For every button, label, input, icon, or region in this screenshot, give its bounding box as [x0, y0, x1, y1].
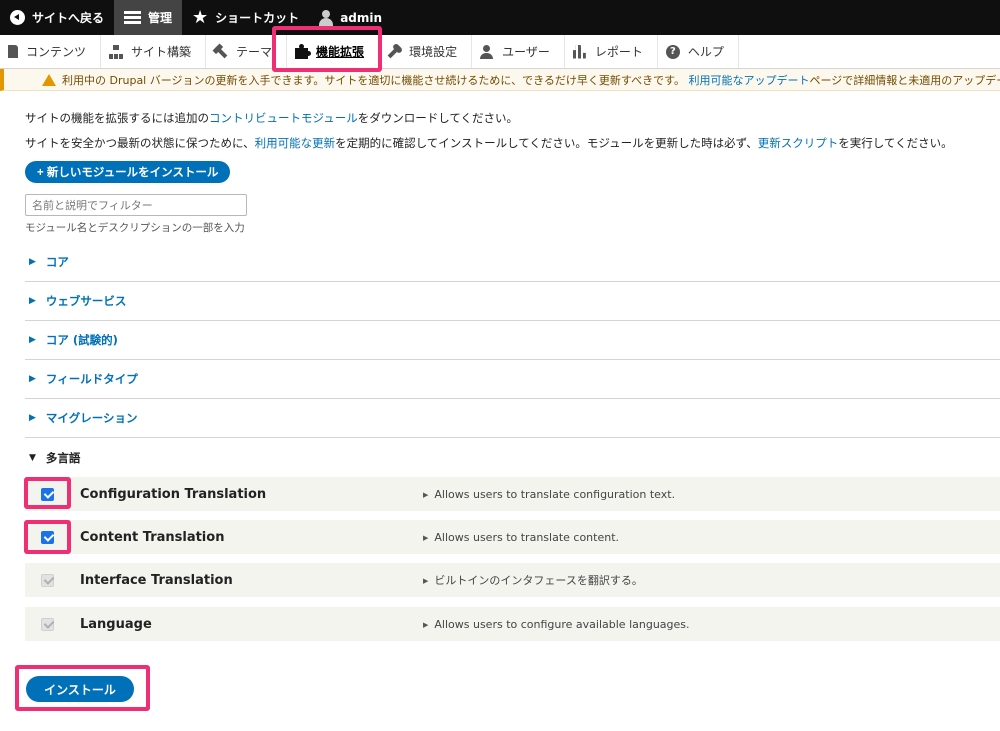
group-multilingual[interactable]: ▼ 多言語: [25, 438, 1000, 477]
manage-tab[interactable]: 管理: [114, 0, 183, 35]
document-icon: [8, 45, 18, 58]
tray-label-config: 環境設定: [409, 45, 458, 59]
help-line-contrib: サイトの機能を拡張するには追加のコントリビュートモジュールをダウンロードしてくだ…: [25, 110, 518, 126]
warning-message: 利用中の Drupal バージョンの更新を入手できます。サイトを適切に機能させ続…: [0, 69, 1000, 91]
back-to-site-label: サイトへ戻る: [32, 11, 105, 25]
help-text: サイトの機能を拡張するには追加の: [25, 111, 209, 125]
available-updates-link[interactable]: 利用可能なアップデート: [689, 74, 810, 87]
back-to-site-link[interactable]: サイトへ戻る: [0, 0, 114, 35]
help-text: を実行してください。: [838, 136, 953, 150]
caret-right-icon: ▶: [29, 374, 36, 384]
help-text: をダウンロードしてください。: [357, 111, 519, 125]
wrench-icon: [384, 42, 404, 62]
help-text: を定期的に確認してインストールしてください。モジュールを更新した時は必ず、: [335, 136, 758, 150]
group-core-experimental[interactable]: ▶ コア (試験的): [25, 321, 1000, 360]
module-name: Interface Translation: [80, 572, 233, 588]
help-icon: ?: [665, 44, 680, 59]
tray-item-structure[interactable]: サイト構築: [101, 35, 207, 68]
shortcuts-label: ショートカット: [215, 11, 300, 25]
group-label: フィールドタイプ: [45, 372, 138, 386]
caret-right-icon: ▶: [29, 413, 36, 423]
tray-item-extend[interactable]: 機能拡張: [287, 35, 380, 68]
tray-item-reports[interactable]: レポート: [565, 35, 658, 68]
group-label: ウェブサービス: [45, 294, 127, 308]
tray-label-help: ヘルプ: [687, 45, 724, 59]
module-checkbox-disabled: [41, 617, 54, 631]
module-description-toggle[interactable]: Allows users to translate configuration …: [423, 488, 675, 501]
group-core[interactable]: ▶ コア: [25, 243, 1000, 282]
warning-tail: ページで詳細情報と未適用のアップデートを確認してください。: [809, 73, 1000, 87]
shortcuts-tab[interactable]: ★ ショートカット: [182, 0, 309, 35]
caret-right-icon: ▶: [29, 335, 36, 345]
module-name: Language: [80, 616, 152, 632]
caret-right-icon: ▶: [29, 257, 36, 267]
user-label: admin: [340, 10, 383, 25]
admin-tray: コンテンツ サイト構築 テーマ 機能拡張 環境設定 ユーザー レポート ? ヘル…: [0, 35, 1000, 69]
module-filter-input[interactable]: [25, 194, 247, 216]
bar-chart-icon: [572, 44, 586, 59]
tray-label-extend: 機能拡張: [316, 45, 365, 59]
tray-label-appearance: テーマ: [236, 45, 273, 59]
tray-label-people: ユーザー: [502, 45, 550, 59]
tray-label-content: コンテンツ: [26, 45, 87, 59]
module-checkbox[interactable]: [41, 487, 54, 501]
module-checkbox[interactable]: [41, 530, 54, 544]
contrib-modules-link[interactable]: コントリビュートモジュール: [209, 111, 358, 125]
update-script-link[interactable]: 更新スクリプト: [758, 136, 839, 150]
caret-down-icon: ▼: [29, 452, 36, 463]
admin-toolbar: サイトへ戻る 管理 ★ ショートカット admin: [0, 0, 1000, 35]
puzzle-icon: [295, 43, 312, 59]
module-description-toggle[interactable]: Allows users to translate content.: [423, 531, 619, 544]
module-description-toggle[interactable]: ビルトインのインタフェースを翻訳する。: [423, 572, 642, 588]
group-label: マイグレーション: [45, 411, 138, 425]
module-name: Content Translation: [80, 529, 225, 545]
filter-description: モジュール名とデスクリプションの一部を入力: [25, 222, 245, 234]
group-migration[interactable]: ▶ マイグレーション: [25, 399, 1000, 438]
help-line-updates: サイトを安全かつ最新の状態に保つために、利用可能な更新を定期的に確認してインスト…: [25, 135, 953, 151]
group-field-types[interactable]: ▶ フィールドタイプ: [25, 360, 1000, 399]
tray-item-content[interactable]: コンテンツ: [0, 35, 102, 68]
user-icon: [319, 9, 334, 26]
warning-text: 利用中の Drupal バージョンの更新を入手できます。サイトを適切に機能させ続…: [62, 72, 1000, 88]
module-row-language: Language Allows users to configure avail…: [25, 607, 1000, 641]
group-label: コア (試験的): [45, 333, 118, 347]
manage-label: 管理: [148, 11, 173, 25]
star-icon: ★: [192, 6, 209, 28]
sitemap-icon: [109, 44, 124, 59]
tray-item-help[interactable]: ? ヘルプ: [658, 35, 739, 68]
group-web-services[interactable]: ▶ ウェブサービス: [25, 282, 1000, 321]
tray-label-reports: レポート: [594, 45, 643, 59]
tray-item-config[interactable]: 環境設定: [379, 35, 473, 68]
tray-label-structure: サイト構築: [131, 45, 192, 59]
module-description-toggle[interactable]: Allows users to configure available lang…: [423, 618, 689, 631]
module-row-config-translation: Configuration Translation Allows users t…: [25, 477, 1000, 511]
warning-icon: [42, 74, 56, 86]
tray-item-people[interactable]: ユーザー: [472, 35, 565, 68]
module-row-interface-translation: Interface Translation ビルトインのインタフェースを翻訳する…: [25, 563, 1000, 597]
hamburger-icon: [124, 11, 142, 24]
module-name: Configuration Translation: [80, 486, 267, 502]
module-row-content-translation: Content Translation Allows users to tran…: [25, 520, 1000, 554]
tray-item-appearance[interactable]: テーマ: [206, 35, 288, 68]
install-button[interactable]: インストール: [26, 676, 134, 702]
module-checkbox-disabled: [41, 573, 54, 587]
install-new-module-button[interactable]: + 新しいモジュールをインストール: [25, 161, 231, 183]
caret-right-icon: ▶: [29, 296, 36, 306]
chevron-left-circle-icon: [10, 10, 25, 25]
group-label: 多言語: [45, 450, 81, 465]
people-icon: [480, 44, 494, 59]
available-updates-link-2[interactable]: 利用可能な更新: [255, 136, 336, 150]
user-tab[interactable]: admin: [309, 0, 392, 35]
help-text: サイトを安全かつ最新の状態に保つために、: [25, 136, 255, 150]
group-label: コア: [45, 255, 69, 269]
paintbrush-icon: [211, 42, 231, 62]
warning-body: 利用中の Drupal バージョンの更新を入手できます。サイトを適切に機能させ続…: [62, 73, 685, 87]
